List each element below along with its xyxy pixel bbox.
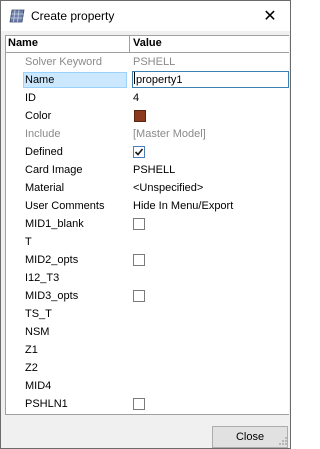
property-name-label: Solver Keyword <box>25 56 103 68</box>
close-icon[interactable]: ✕ <box>250 1 290 31</box>
property-name-label: Z2 <box>25 362 38 374</box>
property-name-label: MID3_opts <box>25 290 79 302</box>
property-row[interactable]: Name property1 <box>6 71 289 89</box>
property-name-label: Include <box>25 128 61 140</box>
property-name-label: Z1 <box>25 344 38 356</box>
dialog-title: Create property <box>31 9 115 23</box>
property-row[interactable]: Defined <box>6 143 289 161</box>
property-name-label: Material <box>25 182 65 194</box>
property-name-label: User Comments <box>25 200 105 212</box>
property-row[interactable]: MID4 <box>6 377 289 395</box>
property-value[interactable]: 4 <box>133 92 139 104</box>
property-row[interactable]: Material <Unspecified> <box>6 179 289 197</box>
property-name-label: Color <box>25 110 52 122</box>
property-name-label: ID <box>25 92 36 104</box>
property-value[interactable]: Hide In Menu/Export <box>133 200 233 212</box>
column-header-name[interactable]: Name <box>8 37 38 49</box>
property-value: PSHELL <box>133 56 176 68</box>
property-checkbox[interactable] <box>133 290 145 302</box>
create-property-dialog: Create property ✕ Name Value Solver Keyw… <box>0 0 291 449</box>
property-name-label: T <box>25 236 32 248</box>
property-row[interactable]: MID1_blank <box>6 215 289 233</box>
name-input-value: property1 <box>136 74 183 86</box>
property-grid: Name Value Solver Keyword PSHELL Name prope… <box>5 35 289 415</box>
property-row[interactable]: MID2_opts <box>6 251 289 269</box>
property-name-label: Card Image <box>25 164 83 176</box>
column-header-value[interactable]: Value <box>133 37 162 49</box>
property-rows: Solver Keyword PSHELL Name property1 ID 4 Colo… <box>6 53 289 413</box>
dialog-footer: Close <box>1 416 290 448</box>
property-value[interactable]: <Unspecified> <box>133 182 203 194</box>
property-row[interactable]: Solver Keyword PSHELL <box>6 53 289 71</box>
property-name-label: TS_T <box>25 308 52 320</box>
property-value[interactable]: PSHELL <box>133 164 175 176</box>
property-name-label: I12_T3 <box>25 272 60 284</box>
property-row[interactable]: I12_T3 <box>6 269 289 287</box>
grid-header: Name Value <box>6 36 289 53</box>
name-input[interactable]: property1 <box>132 71 289 88</box>
property-row[interactable]: TS_T <box>6 305 289 323</box>
property-row[interactable]: User Comments Hide In Menu/Export <box>6 197 289 215</box>
property-row[interactable]: Z1 <box>6 341 289 359</box>
property-name-label: Name <box>25 74 55 86</box>
property-checkbox[interactable] <box>133 146 145 158</box>
close-button[interactable]: Close <box>212 426 288 448</box>
property-checkbox[interactable] <box>133 218 145 230</box>
property-checkbox[interactable] <box>133 254 145 266</box>
checkmark-icon <box>134 148 144 156</box>
color-swatch[interactable] <box>134 110 146 122</box>
property-row[interactable]: Card Image PSHELL <box>6 161 289 179</box>
property-name-label: NSM <box>25 326 50 338</box>
property-grid-icon <box>9 9 25 23</box>
title-bar: Create property ✕ <box>1 1 290 31</box>
property-row[interactable]: T <box>6 233 289 251</box>
property-row[interactable]: MID3_opts <box>6 287 289 305</box>
property-checkbox[interactable] <box>133 398 145 410</box>
property-name-label: MID2_opts <box>25 254 79 266</box>
property-name-label: MID1_blank <box>25 218 84 230</box>
property-name-label: PSHLN1 <box>25 398 68 410</box>
property-row[interactable]: Z2 <box>6 359 289 377</box>
property-row[interactable]: Color <box>6 107 289 125</box>
column-divider[interactable] <box>129 36 130 52</box>
property-row[interactable]: Include [Master Model] <box>6 125 289 143</box>
property-row[interactable]: NSM <box>6 323 289 341</box>
text-caret <box>134 72 135 84</box>
property-name-label: MID4 <box>25 380 52 392</box>
resize-grip-icon[interactable] <box>278 436 288 446</box>
property-row[interactable]: PSHLN1 <box>6 395 289 413</box>
property-value: [Master Model] <box>133 128 206 140</box>
property-row[interactable]: ID 4 <box>6 89 289 107</box>
property-name-label: Defined <box>25 146 63 158</box>
